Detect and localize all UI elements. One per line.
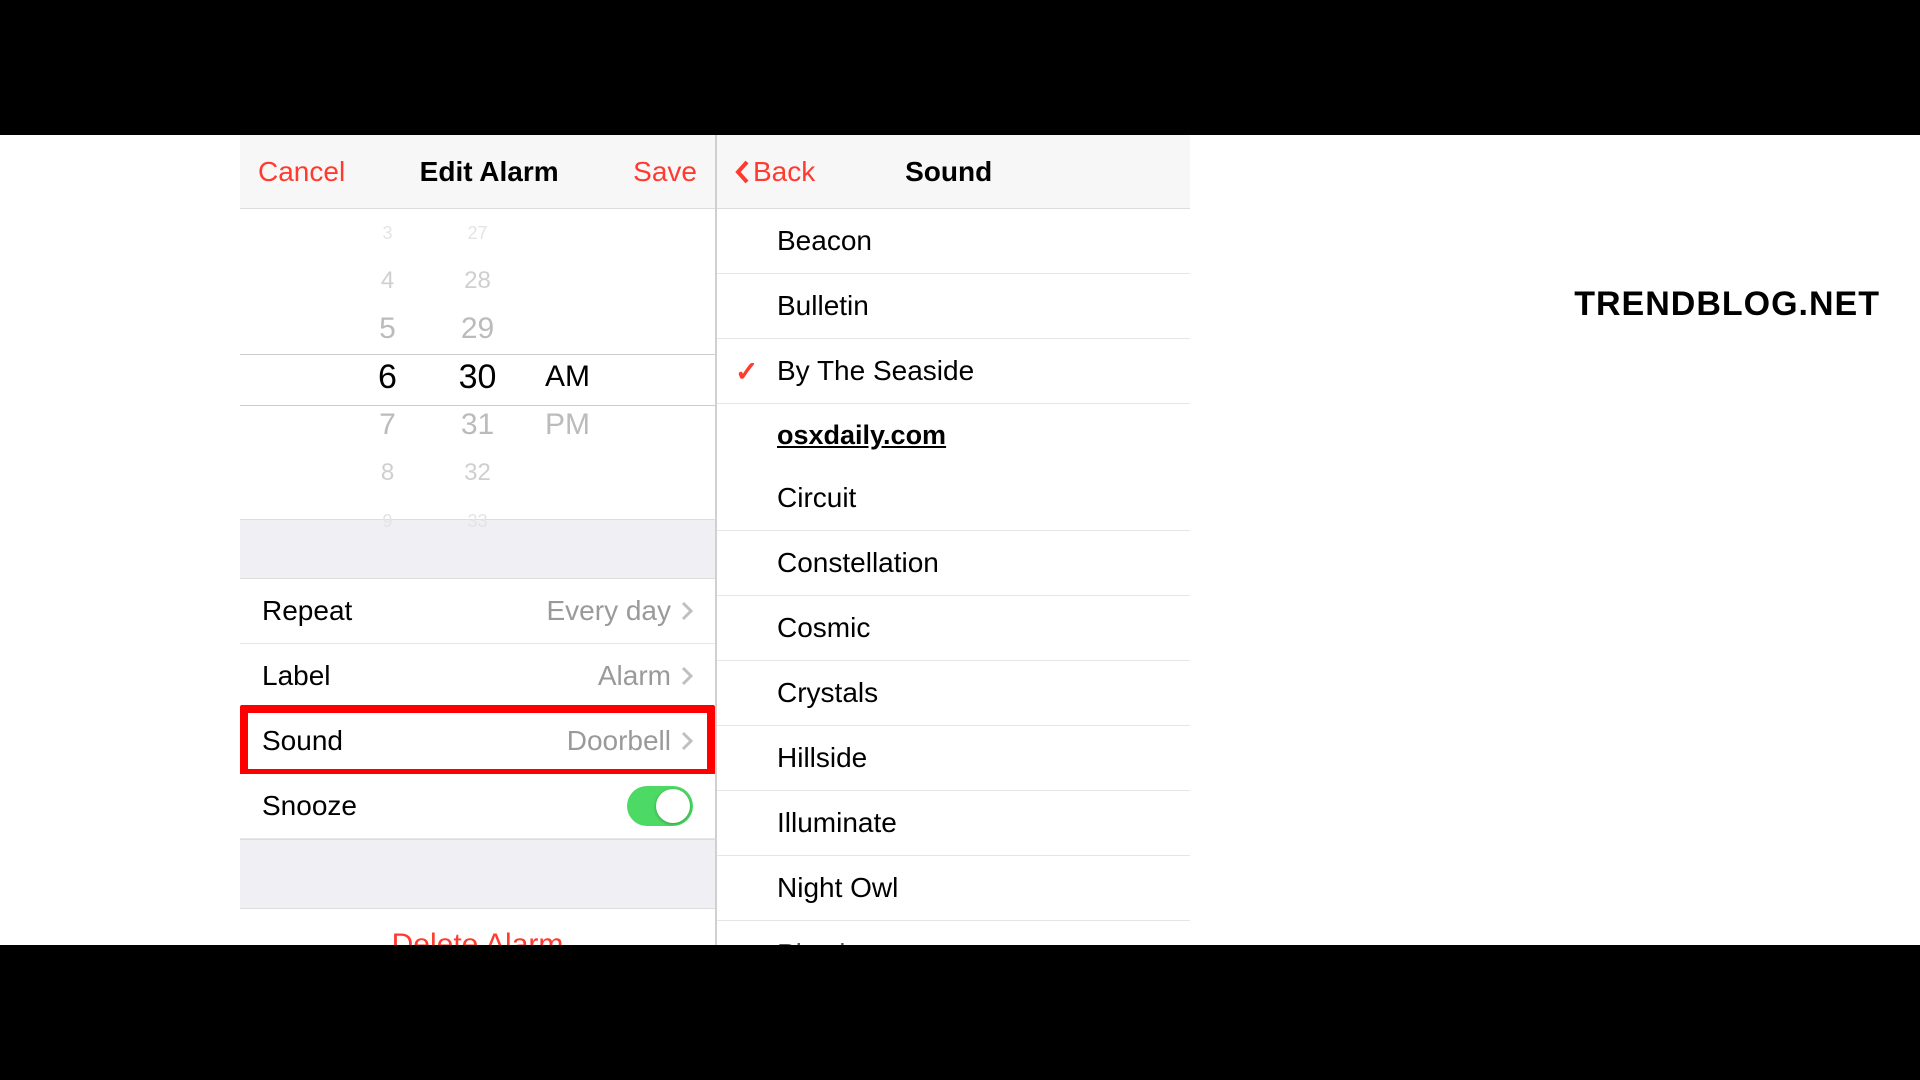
back-label: Back	[753, 156, 815, 188]
sound-option-constellation[interactable]: Constellation	[717, 531, 1190, 596]
chevron-right-icon	[681, 731, 693, 751]
chevron-right-icon	[681, 666, 693, 686]
page-watermark: TRENDBLOG.NET	[1574, 285, 1880, 324]
save-button[interactable]: Save	[633, 156, 697, 188]
picker-minute-option[interactable]: 31	[433, 401, 523, 449]
picker-hour-selected[interactable]: 6	[343, 353, 433, 401]
navbar-sound: Back Sound	[717, 135, 1190, 209]
picker-minute-column[interactable]: 27 28 29 30 31 32 33	[433, 209, 523, 519]
picker-minute-option[interactable]: 28	[433, 257, 523, 305]
sound-option-bulletin[interactable]: Bulletin	[717, 274, 1190, 339]
setting-label-label: Label	[262, 660, 331, 692]
setting-sound-value: Doorbell	[567, 725, 671, 757]
picker-hour-column[interactable]: 3 4 5 6 7 8 9	[343, 209, 433, 519]
section-gap	[240, 839, 715, 909]
setting-repeat[interactable]: Repeat Every day	[240, 579, 715, 644]
toggle-knob	[656, 789, 690, 823]
picker-ampm-option[interactable]: PM	[523, 401, 613, 449]
alarm-settings-list: Repeat Every day Label Alarm	[240, 579, 715, 839]
inline-watermark: osxdaily.com	[717, 404, 1190, 466]
sound-option-by-the-seaside[interactable]: By The Seaside	[717, 339, 1190, 404]
chevron-right-icon	[681, 601, 693, 621]
nav-title: Edit Alarm	[345, 156, 633, 188]
navbar-edit-alarm: Cancel Edit Alarm Save	[240, 135, 715, 209]
back-button[interactable]: Back	[735, 156, 815, 188]
setting-snooze: Snooze	[240, 774, 715, 839]
picker-hour-option[interactable]: 4	[343, 257, 433, 305]
picker-ampm-selected[interactable]: AM	[523, 353, 613, 401]
letterbox-top	[0, 0, 1920, 135]
sound-option-night-owl[interactable]: Night Owl	[717, 856, 1190, 921]
sound-option-illuminate[interactable]: Illuminate	[717, 791, 1190, 856]
sound-option-beacon[interactable]: Beacon	[717, 209, 1190, 274]
picker-hour-option[interactable]: 3	[343, 209, 433, 257]
letterbox-bottom	[0, 945, 1920, 1080]
setting-label[interactable]: Label Alarm	[240, 644, 715, 709]
setting-label-value: Alarm	[598, 660, 671, 692]
sound-option-hillside[interactable]: Hillside	[717, 726, 1190, 791]
picker-minute-option[interactable]: 33	[433, 497, 523, 545]
setting-snooze-label: Snooze	[262, 790, 357, 822]
picker-ampm-column[interactable]: AM PM	[523, 209, 613, 519]
sound-list: Beacon Bulletin By The Seaside osxdaily.…	[717, 209, 1190, 945]
sound-option-playtime[interactable]: Playtime	[717, 921, 1190, 945]
time-picker[interactable]: 3 4 5 6 7 8 9 27 28 29 30 31 32	[240, 209, 715, 519]
setting-repeat-label: Repeat	[262, 595, 352, 627]
snooze-toggle[interactable]	[627, 786, 693, 826]
picker-minute-selected[interactable]: 30	[433, 353, 523, 401]
picker-minute-option[interactable]: 29	[433, 305, 523, 353]
screen-edit-alarm: Cancel Edit Alarm Save 3 4 5 6 7 8 9	[240, 135, 715, 945]
picker-hour-option[interactable]: 8	[343, 449, 433, 497]
setting-sound[interactable]: Sound Doorbell	[240, 709, 715, 774]
nav-title: Sound	[815, 156, 1082, 188]
chevron-left-icon	[735, 160, 749, 184]
sound-option-circuit[interactable]: Circuit	[717, 466, 1190, 531]
screen-sound-list: Back Sound Beacon Bulletin By The Seasid…	[715, 135, 1190, 945]
picker-minute-option[interactable]: 27	[433, 209, 523, 257]
setting-sound-label: Sound	[262, 725, 343, 757]
sound-option-crystals[interactable]: Crystals	[717, 661, 1190, 726]
delete-alarm-button[interactable]: Delete Alarm	[240, 909, 715, 945]
sound-option-cosmic[interactable]: Cosmic	[717, 596, 1190, 661]
picker-minute-option[interactable]: 32	[433, 449, 523, 497]
picker-hour-option[interactable]: 5	[343, 305, 433, 353]
cancel-button[interactable]: Cancel	[258, 156, 345, 188]
setting-repeat-value: Every day	[547, 595, 672, 627]
picker-hour-option[interactable]: 7	[343, 401, 433, 449]
picker-hour-option[interactable]: 9	[343, 497, 433, 545]
